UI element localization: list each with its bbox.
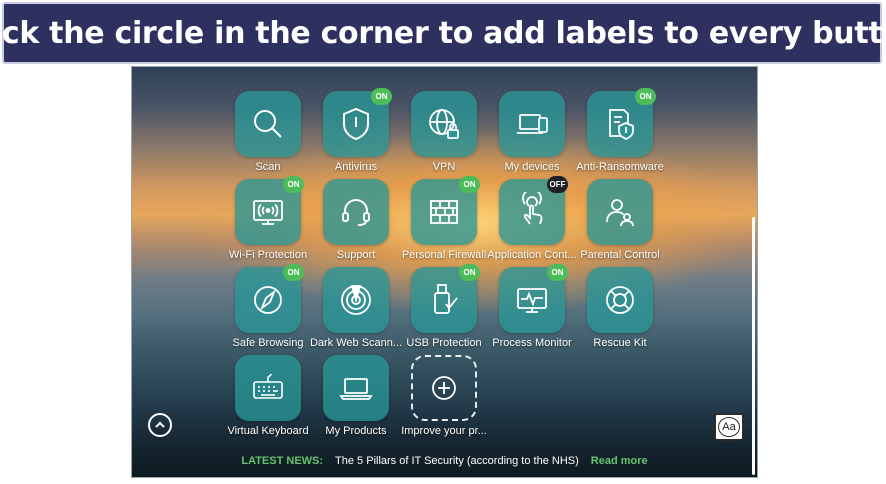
hand-touch-icon — [522, 192, 543, 225]
tile-label-wifi-protection: Wi-Fi Protection — [228, 249, 308, 261]
scrollbar[interactable] — [748, 67, 757, 477]
search-icon — [254, 110, 282, 138]
tile-label-virtual-keyboard: Virtual Keyboard — [227, 425, 309, 437]
usb-check-icon — [434, 284, 458, 314]
lifebuoy-icon — [606, 286, 634, 314]
tile-vpn[interactable] — [411, 91, 477, 157]
app-window: Scan ON Antivirus VPN My devices ON Anti… — [131, 66, 758, 478]
wifi-monitor-icon — [253, 200, 283, 225]
headset-icon — [342, 199, 370, 226]
status-badge-antivirus: ON — [371, 88, 392, 105]
tile-scan[interactable] — [235, 91, 301, 157]
tile-label-antivirus: Antivirus — [334, 161, 378, 173]
text-size-label: Aa — [722, 421, 736, 433]
banner-text: Click the circle in the corner to add la… — [0, 15, 886, 51]
text-size-ring: Aa — [718, 417, 740, 437]
firewall-icon — [430, 200, 458, 224]
tile-my-products[interactable] — [323, 355, 389, 421]
plus-circle-icon — [432, 376, 456, 400]
radar-icon — [341, 285, 371, 315]
tile-label-my-devices: My devices — [504, 161, 560, 173]
tile-label-scan: Scan — [255, 161, 281, 173]
scrollbar-thumb[interactable] — [752, 217, 755, 475]
shield-icon — [343, 107, 369, 141]
tile-support[interactable] — [323, 179, 389, 245]
status-badge-application-control: OFF — [547, 176, 568, 193]
keyboard-icon — [253, 373, 283, 399]
tile-label-my-products: My Products — [325, 425, 387, 437]
text-size-button[interactable]: Aa — [714, 413, 744, 441]
tile-label-dark-web-scanner: Dark Web Scann... — [309, 337, 403, 349]
tile-my-devices[interactable] — [499, 91, 565, 157]
compass-icon — [254, 286, 282, 314]
monitor-pulse-icon — [517, 288, 547, 313]
devices-icon — [517, 114, 548, 134]
tile-label-improve-your-products: Improve your pr... — [401, 425, 487, 437]
news-bar: LATEST NEWS: The 5 Pillars of IT Securit… — [132, 445, 757, 477]
status-badge-personal-firewall: ON — [459, 176, 480, 193]
tile-rescue-kit[interactable] — [587, 267, 653, 333]
scroll-up-button[interactable] — [148, 413, 172, 437]
chevron-up-icon — [155, 421, 165, 428]
read-more-link[interactable]: Read more — [591, 455, 648, 467]
tile-label-personal-firewall: Personal Firewall — [401, 249, 487, 261]
status-badge-process-monitor: ON — [547, 264, 568, 281]
tile-label-rescue-kit: Rescue Kit — [593, 337, 647, 349]
news-headline[interactable]: The 5 Pillars of IT Security (according … — [335, 455, 579, 467]
laptop-icon — [339, 378, 373, 400]
tile-label-support: Support — [336, 249, 376, 261]
tile-label-vpn: VPN — [432, 161, 456, 173]
tile-label-process-monitor: Process Monitor — [492, 337, 572, 349]
status-badge-anti-ransomware: ON — [635, 88, 656, 105]
tile-label-anti-ransomware: Anti-Ransomware — [576, 161, 664, 173]
news-heading: LATEST NEWS: — [241, 455, 324, 467]
status-badge-usb-protection: ON — [459, 264, 480, 281]
status-badge-wifi-protection: ON — [283, 176, 304, 193]
tile-parental-control[interactable] — [587, 179, 653, 245]
tile-label-safe-browsing: Safe Browsing — [232, 337, 304, 349]
tile-label-application-control: Application Cont... — [487, 249, 577, 261]
parent-child-icon — [606, 199, 634, 227]
tile-label-usb-protection: USB Protection — [406, 337, 482, 349]
status-badge-safe-browsing: ON — [283, 264, 304, 281]
tile-virtual-keyboard[interactable] — [235, 355, 301, 421]
tile-improve-your-products[interactable] — [411, 355, 477, 421]
document-shield-icon — [609, 109, 634, 141]
tile-dark-web-scanner[interactable] — [323, 267, 389, 333]
globe-lock-icon — [429, 109, 459, 139]
instruction-banner: Click the circle in the corner to add la… — [0, 2, 886, 64]
tile-label-parental-control: Parental Control — [580, 249, 660, 261]
